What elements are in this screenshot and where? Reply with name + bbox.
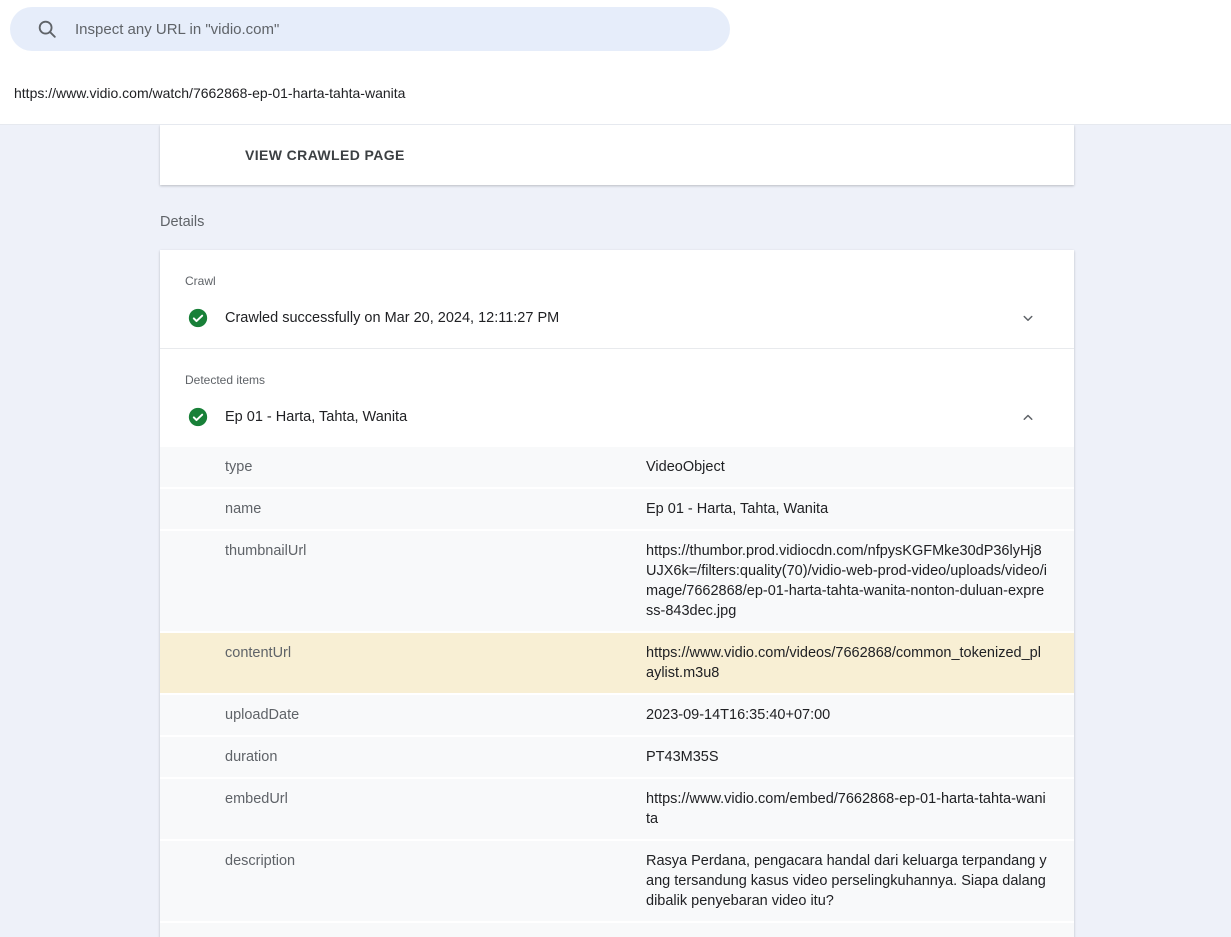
property-value: https://www.vidio.com/videos/7662868/com… bbox=[646, 643, 1047, 683]
property-value: https://www.vidio.com/embed/7662868-ep-0… bbox=[646, 789, 1047, 829]
property-row: typeVideoObject bbox=[160, 447, 1074, 489]
property-key: contentUrl bbox=[225, 643, 646, 683]
property-key: embedUrl bbox=[225, 789, 646, 829]
property-value: PT43M35S bbox=[646, 747, 1047, 767]
details-card: Crawl Crawled successfully on Mar 20, 20… bbox=[160, 250, 1074, 937]
property-row: contentUrlhttps://www.vidio.com/videos/7… bbox=[160, 633, 1074, 695]
detected-item-row[interactable]: Ep 01 - Harta, Tahta, Wanita bbox=[160, 387, 1074, 447]
crawled-page-card: VIEW CRAWLED PAGE bbox=[160, 125, 1074, 185]
property-row-partial bbox=[160, 923, 1074, 937]
property-row: nameEp 01 - Harta, Tahta, Wanita bbox=[160, 489, 1074, 531]
search-icon bbox=[36, 18, 58, 40]
property-key: thumbnailUrl bbox=[225, 541, 646, 621]
property-value: https://thumbor.prod.vidiocdn.com/nfpysK… bbox=[646, 541, 1047, 621]
property-key: description bbox=[225, 851, 646, 911]
property-value: VideoObject bbox=[646, 457, 1047, 477]
property-value: Ep 01 - Harta, Tahta, Wanita bbox=[646, 499, 1047, 519]
properties-table: typeVideoObjectnameEp 01 - Harta, Tahta,… bbox=[160, 447, 1074, 937]
property-key: uploadDate bbox=[225, 705, 646, 725]
crawl-status-text: Crawled successfully on Mar 20, 2024, 12… bbox=[225, 310, 1019, 326]
success-check-icon bbox=[188, 308, 208, 328]
chevron-down-icon[interactable] bbox=[1019, 309, 1037, 327]
crawl-section-label: Crawl bbox=[160, 250, 1074, 288]
detected-items-section-label: Detected items bbox=[160, 349, 1074, 387]
property-value: Rasya Perdana, pengacara handal dari kel… bbox=[646, 851, 1047, 911]
top-header: https://www.vidio.com/watch/7662868-ep-0… bbox=[0, 0, 1231, 125]
property-row: descriptionRasya Perdana, pengacara hand… bbox=[160, 841, 1074, 923]
property-row: durationPT43M35S bbox=[160, 737, 1074, 779]
property-value: 2023-09-14T16:35:40+07:00 bbox=[646, 705, 1047, 725]
property-key: duration bbox=[225, 747, 646, 767]
success-check-icon bbox=[188, 407, 208, 427]
property-key: name bbox=[225, 499, 646, 519]
property-key: type bbox=[225, 457, 646, 477]
main-content: VIEW CRAWLED PAGE Details Crawl Crawled … bbox=[0, 125, 1231, 937]
property-row: thumbnailUrlhttps://thumbor.prod.vidiocd… bbox=[160, 531, 1074, 633]
chevron-up-icon[interactable] bbox=[1019, 408, 1037, 426]
detected-item-title: Ep 01 - Harta, Tahta, Wanita bbox=[225, 409, 1019, 425]
property-row: uploadDate2023-09-14T16:35:40+07:00 bbox=[160, 695, 1074, 737]
inspected-url: https://www.vidio.com/watch/7662868-ep-0… bbox=[14, 85, 405, 101]
crawl-status-row[interactable]: Crawled successfully on Mar 20, 2024, 12… bbox=[160, 288, 1074, 348]
details-section-label: Details bbox=[160, 214, 1074, 230]
url-inspection-search-bar[interactable] bbox=[10, 7, 730, 51]
view-crawled-page-button[interactable]: VIEW CRAWLED PAGE bbox=[245, 147, 405, 163]
search-input[interactable] bbox=[75, 21, 712, 38]
property-row: embedUrlhttps://www.vidio.com/embed/7662… bbox=[160, 779, 1074, 841]
